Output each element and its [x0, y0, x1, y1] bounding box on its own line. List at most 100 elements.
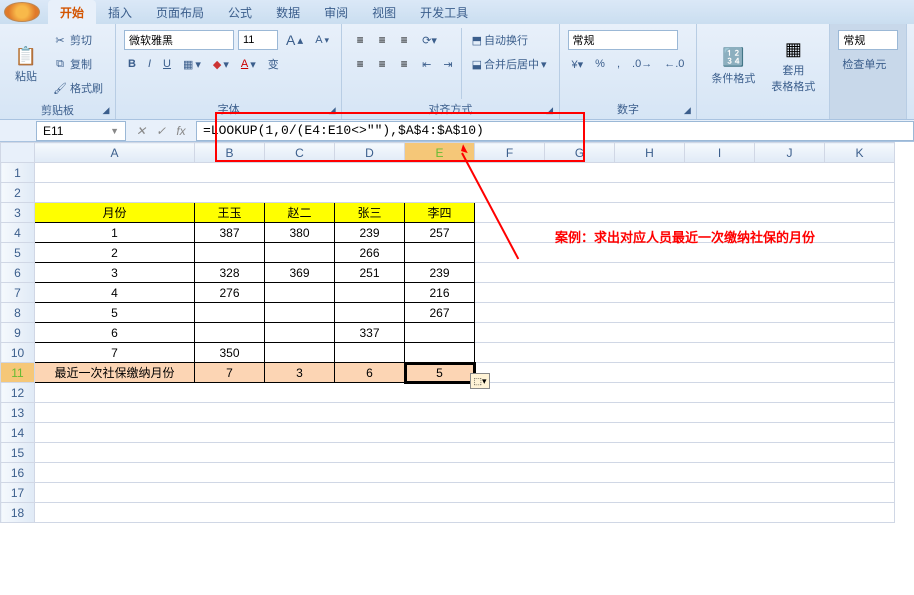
font-name-select[interactable] [124, 30, 234, 50]
inc-decimal-button[interactable]: .0→ [628, 56, 656, 72]
cell-format-select[interactable] [838, 30, 898, 50]
select-all-corner[interactable] [1, 143, 35, 163]
col-B[interactable]: B [195, 143, 265, 163]
wrap-button[interactable]: ⬒自动换行 [468, 30, 532, 50]
align-middle[interactable]: ≡ [372, 31, 392, 49]
row-2[interactable]: 2 [1, 183, 35, 203]
chevron-down-icon: ▼ [110, 126, 119, 136]
cancel-fx-button[interactable]: ✕ [132, 122, 150, 140]
sheet-area: A B C D E F G H I J K 1 2 3 月份 王玉 赵二 张三 … [0, 142, 914, 523]
tab-layout[interactable]: 页面布局 [144, 0, 216, 25]
align-center[interactable]: ≡ [372, 55, 392, 73]
italic-button[interactable]: I [144, 56, 155, 72]
col-K[interactable]: K [825, 143, 895, 163]
dec-decimal-button[interactable]: ←.0 [660, 56, 688, 72]
align-horizontal: ≡ ≡ ≡ [350, 55, 414, 73]
tab-review[interactable]: 审阅 [312, 0, 360, 25]
col-G[interactable]: G [545, 143, 615, 163]
fx-button[interactable]: fx [172, 122, 190, 140]
indent-inc-button[interactable]: ⇥ [439, 56, 456, 73]
cell[interactable]: 赵二 [265, 203, 335, 223]
ribbon: 📋 粘贴 ✂剪切 ⧉复制 🖌格式刷 剪贴板 ◢ A▴ A▾ B I U [0, 24, 914, 120]
tab-view[interactable]: 视图 [360, 0, 408, 25]
bold-button[interactable]: B [124, 56, 140, 72]
align-left[interactable]: ≡ [350, 55, 370, 73]
group-clipboard: 📋 粘贴 ✂剪切 ⧉复制 🖌格式刷 剪贴板 ◢ [0, 24, 116, 119]
align-bottom[interactable]: ≡ [394, 31, 414, 49]
decrease-font-button[interactable]: A▾ [311, 32, 333, 48]
percent-button[interactable]: % [591, 56, 609, 72]
wrap-icon: ⬒ [472, 34, 482, 47]
group-align: ≡ ≡ ≡ ⟳▾ ≡ ≡ ≡ ⇤ ⇥ ⬒自动换行 [342, 24, 559, 119]
check-cell-button[interactable]: 检查单元 [838, 54, 890, 74]
cond-format-button[interactable]: 🔢 条件格式 [705, 28, 761, 103]
cell[interactable]: 李四 [405, 203, 475, 223]
name-box-value: E11 [43, 124, 63, 138]
office-button[interactable] [4, 2, 40, 22]
col-J[interactable]: J [755, 143, 825, 163]
tab-data[interactable]: 数据 [264, 0, 312, 25]
currency-button[interactable]: ¥▾ [568, 56, 588, 73]
confirm-fx-button[interactable]: ✓ [152, 122, 170, 140]
phonetic-button[interactable]: 变 [264, 54, 283, 74]
col-I[interactable]: I [685, 143, 755, 163]
active-cell-E11[interactable]: 5 [405, 363, 475, 383]
tab-formula[interactable]: 公式 [216, 0, 264, 25]
col-D[interactable]: D [335, 143, 405, 163]
autofill-options-icon[interactable]: ⬚▾ [470, 373, 490, 389]
tab-insert[interactable]: 插入 [96, 0, 144, 25]
group-number: ¥▾ % , .0→ ←.0 数字 ◢ [560, 24, 698, 119]
worksheet[interactable]: A B C D E F G H I J K 1 2 3 月份 王玉 赵二 张三 … [0, 142, 895, 523]
formula-input[interactable]: =LOOKUP(1,0/(E4:E10<>""),$A$4:$A$10) [196, 121, 914, 141]
row-1[interactable]: 1 [1, 163, 35, 183]
fill-color-button[interactable]: ◆▾ [209, 56, 233, 73]
cond-format-icon: 🔢 [721, 46, 745, 70]
paste-label: 粘贴 [15, 68, 37, 84]
indent-dec-button[interactable]: ⇤ [418, 56, 435, 73]
tab-home[interactable]: 开始 [48, 0, 96, 25]
font-color-button[interactable]: A▾ [237, 56, 260, 73]
border-icon: ▦ [183, 58, 193, 71]
group-font: A▴ A▾ B I U ▦▾ ◆▾ A▾ 变 字体 ◢ [116, 24, 342, 119]
number-format-select[interactable] [568, 30, 678, 50]
align-launcher[interactable]: ◢ [543, 103, 557, 117]
font-size-select[interactable] [238, 30, 278, 50]
formula-bar: E11 ▼ ✕ ✓ fx =LOOKUP(1,0/(E4:E10<>""),$A… [0, 120, 914, 142]
table-format-button[interactable]: ▦ 套用 表格格式 [765, 28, 821, 103]
underline-button[interactable]: U [159, 56, 175, 72]
comma-button[interactable]: , [613, 56, 624, 72]
paste-button[interactable]: 📋 粘贴 [8, 28, 44, 100]
scissors-icon: ✂ [52, 32, 68, 48]
font-color-icon: A [241, 58, 248, 70]
number-group-label: 数字 [568, 99, 689, 117]
number-launcher[interactable]: ◢ [680, 103, 694, 117]
align-top[interactable]: ≡ [350, 31, 370, 49]
font-launcher[interactable]: ◢ [325, 103, 339, 117]
merge-button[interactable]: ⬓合并后居中▾ [468, 54, 551, 74]
cell[interactable]: 王玉 [195, 203, 265, 223]
increase-font-button[interactable]: A▴ [282, 30, 307, 50]
border-button[interactable]: ▦▾ [179, 56, 205, 73]
name-box[interactable]: E11 ▼ [36, 121, 126, 141]
col-H[interactable]: H [615, 143, 685, 163]
cell[interactable]: 月份 [35, 203, 195, 223]
painter-button[interactable]: 🖌格式刷 [48, 78, 107, 98]
col-F[interactable]: F [475, 143, 545, 163]
group-cells: 检查单元 [830, 24, 907, 119]
align-group-label: 对齐方式 [350, 99, 550, 117]
annotation-text: 案例：求出对应人员最近一次缴纳社保的月份 [555, 227, 815, 246]
tab-dev[interactable]: 开发工具 [408, 0, 480, 25]
cell[interactable]: 张三 [335, 203, 405, 223]
bucket-icon: ◆ [213, 58, 221, 71]
table-format-icon: ▦ [781, 38, 805, 62]
col-C[interactable]: C [265, 143, 335, 163]
orientation-button[interactable]: ⟳▾ [418, 32, 441, 49]
clipboard-launcher[interactable]: ◢ [99, 103, 113, 117]
copy-button[interactable]: ⧉复制 [48, 54, 96, 74]
row-3[interactable]: 3 [1, 203, 35, 223]
align-right[interactable]: ≡ [394, 55, 414, 73]
cut-button[interactable]: ✂剪切 [48, 30, 96, 50]
group-styles: 🔢 条件格式 ▦ 套用 表格格式 [697, 24, 830, 119]
col-A[interactable]: A [35, 143, 195, 163]
brush-icon: 🖌 [52, 80, 68, 96]
